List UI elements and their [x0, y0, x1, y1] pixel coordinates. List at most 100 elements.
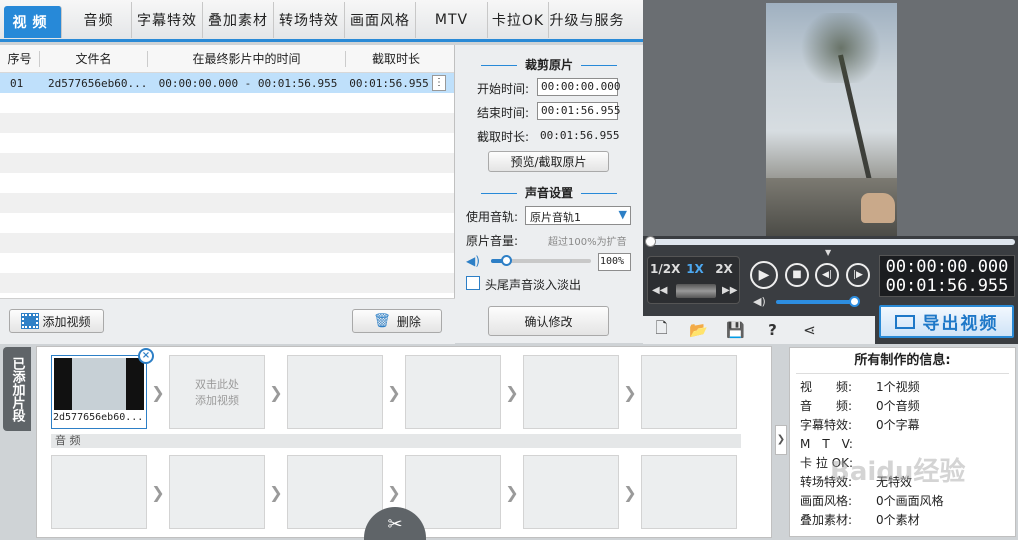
open-folder-icon[interactable]: 📂: [680, 318, 717, 342]
clip-row-duration: 00:01:56.955: [349, 76, 429, 90]
empty-audio-slot[interactable]: [51, 455, 147, 529]
audio-track-header: 音 频: [51, 434, 741, 448]
tab-audio[interactable]: 音频: [66, 1, 132, 38]
playback-progress-bar[interactable]: [645, 236, 1015, 247]
clip-list-header: 序号 文件名 在最终影片中的时间 截取时长: [0, 45, 454, 73]
clip-row-filename: 2d577656eb60...: [48, 76, 148, 90]
speed-2x-button[interactable]: 2X: [711, 262, 737, 276]
speaker-icon: ◀): [466, 254, 480, 268]
clip-thumbnail-image: [54, 358, 144, 410]
volume-slider-handle[interactable]: [501, 255, 512, 266]
time-total: 00:01:56.955: [885, 276, 1009, 296]
empty-audio-slot[interactable]: [523, 455, 619, 529]
add-video-slot[interactable]: 双击此处 添加视频: [169, 355, 265, 429]
rewind-icon[interactable]: ◀◀: [652, 285, 667, 296]
transition-arrow-icon[interactable]: ❯: [501, 355, 523, 429]
new-project-icon[interactable]: 🗋: [643, 318, 680, 342]
clip-list-footer: 添加视频 🗑 删除: [0, 298, 455, 344]
info-row-video: 视 频: 1个视频: [800, 380, 920, 394]
export-video-label: 导出视频: [922, 314, 999, 334]
speaker-icon: ◀): [753, 295, 766, 308]
col-duration: 截取时长: [371, 51, 420, 66]
time-current: 00:00:00.000: [885, 257, 1009, 277]
fade-checkbox[interactable]: [466, 276, 480, 290]
fade-label: 头尾声音淡入淡出: [485, 278, 582, 292]
info-title: 所有制作的信息:: [796, 348, 1009, 374]
crop-settings-panel: 裁剪原片 开始时间: 00:00:00.000 结束时间: 00:01:56.9…: [455, 45, 643, 343]
tab-upgrade-service[interactable]: 升级与服务: [549, 2, 625, 38]
add-hint-line1: 双击此处: [195, 378, 239, 391]
progress-handle[interactable]: [645, 236, 656, 247]
tab-transition-effects[interactable]: 转场特效: [274, 1, 345, 38]
volume-label: 原片音量:: [466, 234, 519, 248]
stop-button[interactable]: ■: [785, 263, 809, 287]
transition-arrow-icon[interactable]: ❯: [619, 355, 641, 429]
transition-arrow-icon: ❯: [505, 482, 519, 502]
empty-row: [0, 273, 454, 293]
previous-frame-button[interactable]: ◀|: [815, 263, 839, 287]
info-row-picture-style: 画面风格: 0个画面风格: [800, 494, 944, 508]
main-tab-bar: 视频 音频 字幕特效 叠加素材 转场特效 画面风格 MTV 卡拉OK 升级与服务: [0, 0, 643, 42]
speed-control: 1/2X 1X 2X ◀◀ ▶▶: [647, 256, 740, 304]
tab-overlay-material[interactable]: 叠加素材: [203, 1, 274, 38]
confirm-button[interactable]: 确认修改: [488, 306, 609, 336]
transition-arrow-icon[interactable]: ❯: [383, 355, 405, 429]
remove-clip-icon[interactable]: ×: [138, 348, 154, 364]
empty-row: [0, 173, 454, 193]
clip-row-index: 01: [10, 76, 24, 90]
player-volume-handle[interactable]: [849, 296, 860, 307]
speed-jog-wheel[interactable]: [676, 284, 716, 298]
tab-mtv[interactable]: MTV: [416, 1, 488, 38]
clip-thumbnail[interactable]: 2d577656eb60... ×: [51, 348, 154, 429]
watermark: Baidu经验: [830, 457, 966, 487]
delete-button[interactable]: 🗑 删除: [352, 309, 442, 333]
add-video-label: 添加视频: [42, 314, 91, 329]
tab-picture-style[interactable]: 画面风格: [345, 1, 416, 38]
export-video-button[interactable]: 导出视频: [879, 305, 1014, 338]
col-final-time: 在最终影片中的时间: [148, 50, 346, 67]
empty-video-slot[interactable]: [523, 355, 619, 429]
preview-crop-button[interactable]: 预览/截取原片: [488, 151, 609, 172]
tab-karaoke[interactable]: 卡拉OK: [488, 1, 549, 38]
clip-thumbnail-name: 2d577656eb60...: [53, 412, 144, 423]
help-icon[interactable]: ?: [754, 318, 791, 342]
audio-track-select[interactable]: 原片音轨1 ▼: [525, 206, 631, 225]
tab-video[interactable]: 视频: [4, 6, 62, 38]
volume-input[interactable]: 100%: [598, 253, 631, 271]
transition-arrow-icon[interactable]: ❯: [147, 355, 169, 429]
empty-video-slot[interactable]: [405, 355, 501, 429]
empty-audio-slot[interactable]: [287, 455, 383, 529]
volume-slider[interactable]: [491, 255, 591, 266]
next-frame-button[interactable]: |▶: [846, 263, 870, 287]
transition-arrow-icon: ❯: [269, 482, 283, 502]
empty-row: [0, 213, 454, 233]
project-toolbar: 🗋 📂 💾 ? ⋖: [643, 316, 875, 344]
empty-video-slot[interactable]: [287, 355, 383, 429]
row-menu-button[interactable]: ⋮: [432, 75, 446, 91]
add-video-button[interactable]: 添加视频: [9, 309, 104, 333]
start-time-input[interactable]: 00:00:00.000: [537, 78, 620, 96]
clip-row[interactable]: 01 2d577656eb60... 00:00:00.000 - 00:01:…: [0, 73, 454, 93]
speed-1x-button[interactable]: 1X: [684, 262, 706, 276]
collapse-info-button[interactable]: ❯: [775, 425, 787, 455]
added-clips-tab[interactable]: 已添加片段: [3, 347, 31, 431]
share-icon[interactable]: ⋖: [791, 318, 828, 342]
play-button[interactable]: ▶: [750, 261, 778, 289]
player-volume-slider[interactable]: [776, 296, 860, 307]
volume-hint: 超过100%为扩音: [548, 237, 627, 248]
speed-half-button[interactable]: 1/2X: [650, 262, 680, 276]
save-icon[interactable]: 💾: [717, 318, 754, 342]
info-row-audio: 音 频: 0个音频: [800, 399, 920, 413]
empty-audio-slot[interactable]: [641, 455, 737, 529]
transition-arrow-icon[interactable]: ❯: [265, 355, 287, 429]
tab-subtitle-effects[interactable]: 字幕特效: [132, 1, 203, 38]
info-row-overlay: 叠加素材: 0个素材: [800, 513, 920, 527]
end-time-input[interactable]: 00:01:56.955: [537, 102, 620, 120]
empty-video-slot[interactable]: [641, 355, 737, 429]
audio-track-value: 原片音轨1: [530, 211, 581, 224]
time-display: 00:00:00.000 00:01:56.955: [879, 255, 1015, 297]
fast-forward-icon[interactable]: ▶▶: [722, 285, 737, 296]
col-index: 序号: [0, 50, 40, 67]
empty-audio-slot[interactable]: [169, 455, 265, 529]
trash-icon: 🗑: [373, 313, 391, 329]
